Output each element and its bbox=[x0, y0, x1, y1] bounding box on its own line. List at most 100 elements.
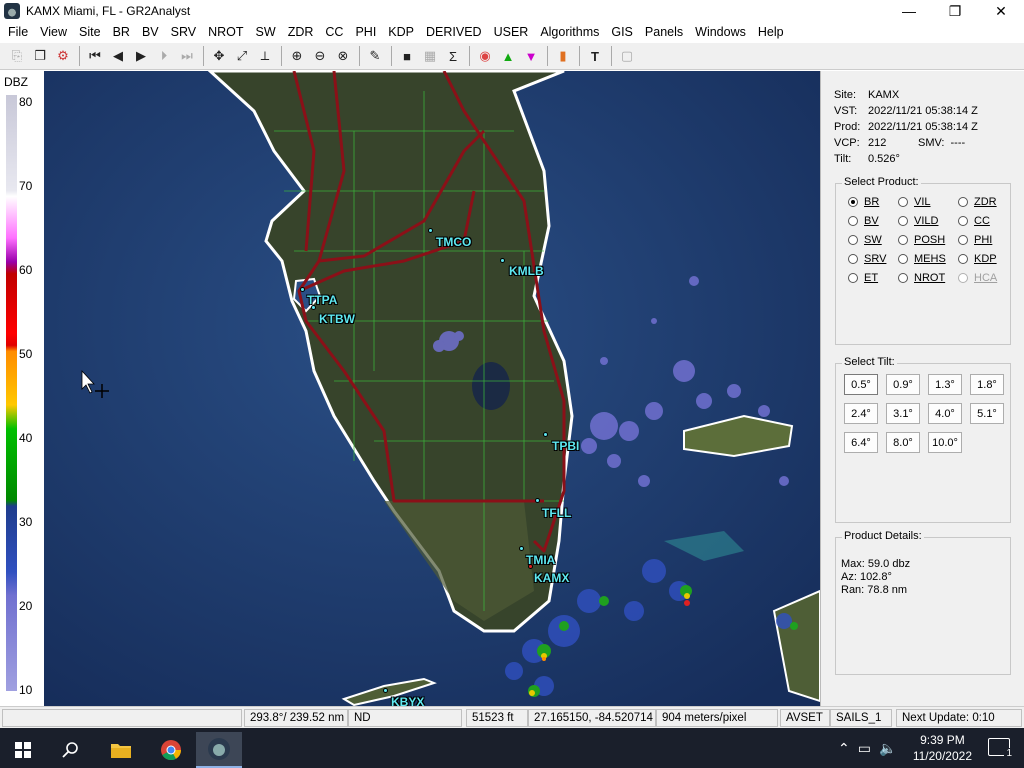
radio-dot[interactable] bbox=[848, 254, 858, 264]
zoom-out-icon[interactable]: ⊖ bbox=[309, 45, 331, 67]
product-radio-kdp[interactable]: KDP bbox=[958, 253, 997, 265]
radio-dot[interactable] bbox=[898, 216, 908, 226]
radio-dot[interactable] bbox=[958, 216, 968, 226]
zoom-reset-icon[interactable]: ⊗ bbox=[332, 45, 354, 67]
menu-site[interactable]: Site bbox=[73, 22, 107, 42]
text-icon[interactable]: T bbox=[584, 45, 606, 67]
radio-dot[interactable] bbox=[848, 273, 858, 283]
menu-help[interactable]: Help bbox=[752, 22, 790, 42]
radio-dot[interactable] bbox=[958, 273, 968, 283]
sum-icon[interactable]: Σ bbox=[442, 45, 464, 67]
menu-nrot[interactable]: NROT bbox=[202, 22, 249, 42]
chevron-up-icon[interactable]: ⌃ bbox=[838, 740, 850, 757]
grid-icon[interactable]: ▦ bbox=[419, 45, 441, 67]
radio-dot[interactable] bbox=[898, 197, 908, 207]
first-frame-icon[interactable]: ⏮ bbox=[84, 45, 106, 67]
menu-derived[interactable]: DERIVED bbox=[420, 22, 488, 42]
last-frame-icon[interactable]: ⏭ bbox=[176, 45, 198, 67]
menu-panels[interactable]: Panels bbox=[639, 22, 689, 42]
menu-algorithms[interactable]: Algorithms bbox=[534, 22, 605, 42]
menu-br[interactable]: BR bbox=[107, 22, 136, 42]
radio-dot[interactable] bbox=[848, 216, 858, 226]
triangle-up-icon[interactable]: ▲ bbox=[497, 45, 519, 67]
network-icon[interactable]: ▭ bbox=[858, 740, 871, 757]
menu-sw[interactable]: SW bbox=[250, 22, 282, 42]
cross-section-icon[interactable]: ⟂ bbox=[254, 45, 276, 67]
file-explorer-icon[interactable] bbox=[98, 732, 144, 768]
menu-cc[interactable]: CC bbox=[319, 22, 349, 42]
radio-dot[interactable] bbox=[898, 235, 908, 245]
radio-dot[interactable] bbox=[848, 197, 858, 207]
radio-dot[interactable] bbox=[958, 197, 968, 207]
hurricane-icon[interactable]: ◉ bbox=[474, 45, 496, 67]
pan-icon[interactable]: ✥ bbox=[208, 45, 230, 67]
tilt-button[interactable]: 5.1° bbox=[970, 403, 1004, 424]
product-radio-br[interactable]: BR bbox=[848, 196, 879, 208]
product-radio-nrot[interactable]: NROT bbox=[898, 272, 945, 284]
menu-kdp[interactable]: KDP bbox=[382, 22, 420, 42]
menu-file[interactable]: File bbox=[2, 22, 34, 42]
tilt-button[interactable]: 0.5° bbox=[844, 374, 878, 395]
measure-icon[interactable]: ⤢ bbox=[231, 45, 253, 67]
tilt-button[interactable]: 4.0° bbox=[928, 403, 962, 424]
product-radio-mehs[interactable]: MEHS bbox=[898, 253, 946, 265]
triangle-down-icon[interactable]: ▼ bbox=[520, 45, 542, 67]
menu-zdr[interactable]: ZDR bbox=[282, 22, 320, 42]
copy-icon[interactable]: ⎘ bbox=[6, 45, 28, 67]
product-radio-sw[interactable]: SW bbox=[848, 234, 882, 246]
tilt-button[interactable]: 6.4° bbox=[844, 432, 878, 453]
eyedropper-icon[interactable]: ✎ bbox=[364, 45, 386, 67]
radio-dot[interactable] bbox=[898, 254, 908, 264]
settings-icon[interactable]: ⚙ bbox=[52, 45, 74, 67]
menu-srv[interactable]: SRV bbox=[165, 22, 202, 42]
product-radio-hca[interactable]: HCA bbox=[958, 272, 997, 284]
notification-icon[interactable]: 1 bbox=[988, 738, 1014, 759]
chrome-icon[interactable] bbox=[148, 732, 194, 768]
prev-frame-icon[interactable]: ◀ bbox=[107, 45, 129, 67]
taskbar-clock[interactable]: 9:39 PM 11/20/2022 bbox=[913, 732, 972, 764]
search-icon[interactable] bbox=[48, 732, 94, 768]
menu-view[interactable]: View bbox=[34, 22, 73, 42]
product-radio-cc[interactable]: CC bbox=[958, 215, 990, 227]
menu-user[interactable]: USER bbox=[488, 22, 535, 42]
gr2analyst-taskbar-icon[interactable] bbox=[196, 732, 242, 768]
menu-gis[interactable]: GIS bbox=[605, 22, 639, 42]
menu-bv[interactable]: BV bbox=[136, 22, 165, 42]
product-radio-bv[interactable]: BV bbox=[848, 215, 879, 227]
product-radio-et[interactable]: ET bbox=[848, 272, 878, 284]
maximize-button[interactable]: ❐ bbox=[932, 0, 978, 22]
tilt-button[interactable]: 3.1° bbox=[886, 403, 920, 424]
play-icon[interactable]: ▶ bbox=[130, 45, 152, 67]
radio-dot[interactable] bbox=[898, 273, 908, 283]
menu-windows[interactable]: Windows bbox=[689, 22, 752, 42]
next-frame-icon[interactable]: ⏵ bbox=[153, 45, 175, 67]
zoom-in-icon[interactable]: ⊕ bbox=[286, 45, 308, 67]
product-radio-posh[interactable]: POSH bbox=[898, 234, 945, 246]
tilt-button[interactable]: 8.0° bbox=[886, 432, 920, 453]
product-radio-srv[interactable]: SRV bbox=[848, 253, 886, 265]
status-avset: AVSET bbox=[780, 709, 830, 727]
box-icon[interactable]: ▢ bbox=[616, 45, 638, 67]
copy-window-icon[interactable]: ❐ bbox=[29, 45, 51, 67]
radio-dot[interactable] bbox=[848, 235, 858, 245]
taskbar: ⌃ ▭ 🔈 9:39 PM 11/20/2022 1 bbox=[0, 728, 1024, 768]
product-radio-zdr[interactable]: ZDR bbox=[958, 196, 997, 208]
tilt-button[interactable]: 1.8° bbox=[970, 374, 1004, 395]
radio-dot[interactable] bbox=[958, 235, 968, 245]
radio-dot[interactable] bbox=[958, 254, 968, 264]
tilt-button[interactable]: 2.4° bbox=[844, 403, 878, 424]
minimize-button[interactable]: — bbox=[886, 0, 932, 22]
radar-map[interactable]: TMCO KMLB TTPA KTBW TPBI TFLL TMIA KAMX … bbox=[44, 71, 820, 706]
windows-start-icon[interactable] bbox=[0, 732, 46, 768]
product-radio-vil[interactable]: VIL bbox=[898, 196, 931, 208]
menu-phi[interactable]: PHI bbox=[349, 22, 382, 42]
tilt-button[interactable]: 0.9° bbox=[886, 374, 920, 395]
close-button[interactable]: ✕ bbox=[978, 0, 1024, 22]
tilt-button[interactable]: 10.0° bbox=[928, 432, 962, 453]
product-radio-vild[interactable]: VILD bbox=[898, 215, 938, 227]
product-radio-phi[interactable]: PHI bbox=[958, 234, 992, 246]
panel-icon[interactable]: ▮ bbox=[552, 45, 574, 67]
tilt-button[interactable]: 1.3° bbox=[928, 374, 962, 395]
stop-icon[interactable]: ■ bbox=[396, 45, 418, 67]
volume-icon[interactable]: 🔈 bbox=[879, 740, 896, 757]
